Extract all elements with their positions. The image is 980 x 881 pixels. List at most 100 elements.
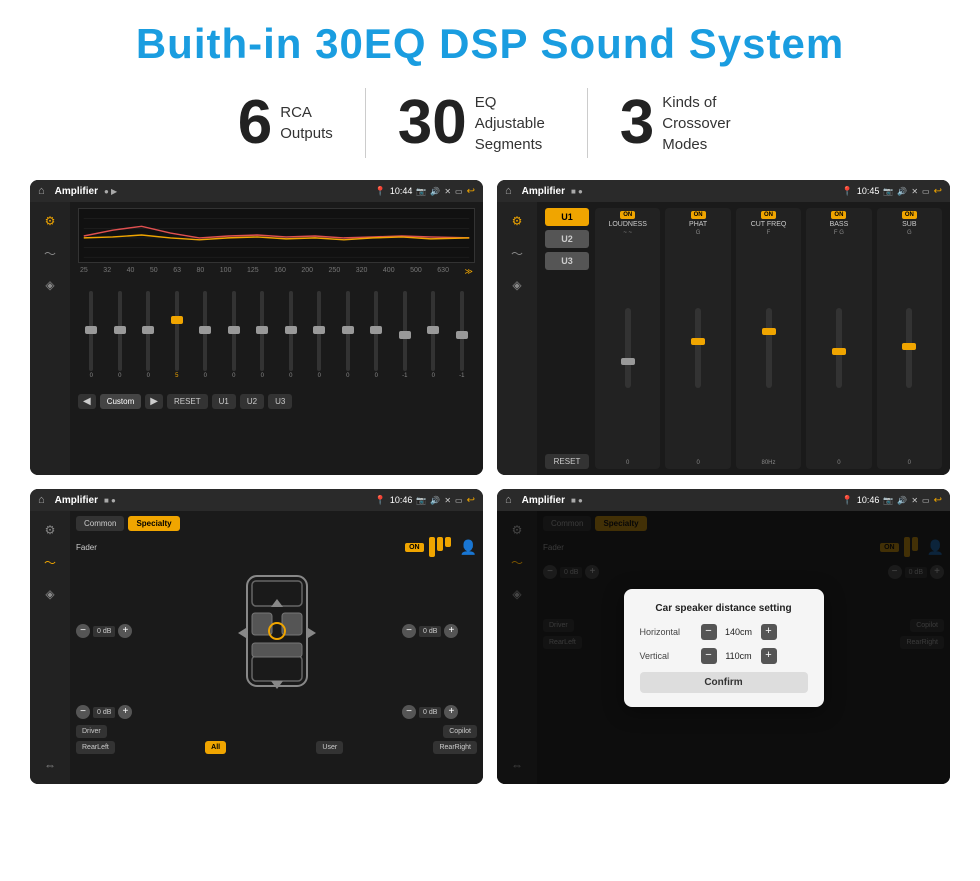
crossover-home-icon[interactable]: ⌂ — [505, 185, 512, 197]
speaker-ctrl-fl: − 0 dB + — [76, 624, 151, 638]
specialty-sidebar-eq[interactable]: ⚙ — [39, 519, 61, 541]
crossover-status-dots: ■ ● — [571, 187, 583, 196]
user-btn[interactable]: User — [316, 741, 343, 754]
rl-plus[interactable]: + — [118, 705, 132, 719]
tab-common[interactable]: Common — [76, 516, 124, 531]
dialog-title-bar: Amplifier — [522, 495, 565, 506]
rr-plus[interactable]: + — [444, 705, 458, 719]
dialog-status-dots: ■ ● — [571, 496, 583, 505]
dialog-volume-icon: 🔊 — [897, 496, 907, 505]
specialty-sidebar-wave[interactable]: 〜 — [39, 551, 61, 573]
feature-number-crossover: 3 — [620, 92, 654, 154]
fader-sliders[interactable] — [429, 537, 451, 557]
bass-label: BASS — [830, 221, 849, 228]
tab-specialty[interactable]: Specialty — [128, 516, 179, 531]
horizontal-value: 140cm — [721, 627, 757, 637]
crossover-camera-icon: 📷 — [883, 187, 893, 196]
sub-slider[interactable] — [906, 308, 912, 388]
distance-dialog: Car speaker distance setting Horizontal … — [624, 589, 824, 707]
eq-slider-12[interactable]: 0 — [420, 280, 447, 390]
car-layout: − 0 dB + — [76, 561, 477, 719]
crossover-reset-btn[interactable]: RESET — [545, 454, 589, 469]
eq-preset-label: Custom — [100, 394, 142, 409]
cutfreq-slider[interactable] — [766, 308, 772, 388]
eq-slider-11[interactable]: -1 — [392, 280, 419, 390]
confirm-button[interactable]: Confirm — [640, 672, 808, 693]
eq-u2-btn[interactable]: U2 — [240, 394, 264, 409]
eq-reset-btn[interactable]: RESET — [167, 394, 208, 409]
eq-slider-6[interactable]: 0 — [249, 280, 276, 390]
horizontal-minus-btn[interactable]: − — [701, 624, 717, 640]
specialty-camera-icon: 📷 — [416, 496, 426, 505]
speaker-ctrl-fr: − 0 dB + — [402, 624, 477, 638]
eq-sidebar-wave[interactable]: 〜 — [39, 242, 61, 264]
eq-slider-7[interactable]: 0 — [278, 280, 305, 390]
eq-slider-2[interactable]: 0 — [135, 280, 162, 390]
back-icon[interactable]: ↩ — [467, 186, 475, 197]
eq-topbar-icons: 📍 10:44 📷 🔊 ✕ ▭ ↩ — [375, 186, 475, 197]
eq-slider-1[interactable]: 0 — [107, 280, 134, 390]
fl-plus[interactable]: + — [118, 624, 132, 638]
specialty-sidebar-expand[interactable]: ⇔ — [39, 754, 61, 776]
loudness-slider[interactable] — [625, 308, 631, 388]
crossover-u3-btn[interactable]: U3 — [545, 252, 589, 270]
eq-slider-0[interactable]: 0 — [78, 280, 105, 390]
eq-slider-9[interactable]: 0 — [335, 280, 362, 390]
rearleft-btn[interactable]: RearLeft — [76, 741, 115, 754]
eq-sidebar-eq[interactable]: ⚙ — [39, 210, 61, 232]
eq-slider-8[interactable]: 0 — [306, 280, 333, 390]
crossover-sidebar-vol[interactable]: ◈ — [506, 274, 528, 296]
crossover-u-buttons: U1 U2 U3 RESET — [545, 208, 589, 469]
eq-slider-13[interactable]: -1 — [449, 280, 476, 390]
cutfreq-section: ON CUT FREQ F 80Hz — [736, 208, 801, 469]
dialog-home-icon[interactable]: ⌂ — [505, 494, 512, 506]
page-title: Buith-in 30EQ DSP Sound System — [30, 20, 950, 68]
eq-slider-10[interactable]: 0 — [363, 280, 390, 390]
eq-topbar: ⌂ Amplifier ● ▶ 📍 10:44 📷 🔊 ✕ ▭ ↩ — [30, 180, 483, 202]
eq-next-btn[interactable]: ▶ — [145, 394, 163, 409]
rr-db: 0 dB — [419, 707, 441, 718]
fr-plus[interactable]: + — [444, 624, 458, 638]
specialty-back-icon[interactable]: ↩ — [467, 495, 475, 506]
specialty-min-icon: ▭ — [455, 496, 463, 505]
crossover-sidebar-eq[interactable]: ⚙ — [506, 210, 528, 232]
vertical-label: Vertical — [640, 651, 695, 661]
vertical-minus-btn[interactable]: − — [701, 648, 717, 664]
eq-slider-3[interactable]: 5 — [164, 280, 191, 390]
bass-section: ON BASS F G 0 — [806, 208, 871, 469]
rearright-btn[interactable]: RearRight — [433, 741, 477, 754]
crossover-sidebar-wave[interactable]: 〜 — [506, 242, 528, 264]
specialty-status-dots: ■ ● — [104, 496, 116, 505]
rl-minus[interactable]: − — [76, 705, 90, 719]
home-icon[interactable]: ⌂ — [38, 185, 45, 197]
phat-slider[interactable] — [695, 308, 701, 388]
eq-u1-btn[interactable]: U1 — [212, 394, 236, 409]
eq-slider-4[interactable]: 0 — [192, 280, 219, 390]
all-btn[interactable]: All — [205, 741, 226, 754]
feature-number-rca: 6 — [238, 92, 272, 154]
eq-prev-btn[interactable]: ◀ — [78, 394, 96, 409]
rr-minus[interactable]: − — [402, 705, 416, 719]
fader-label: Fader — [76, 543, 97, 552]
eq-u3-btn[interactable]: U3 — [268, 394, 292, 409]
fr-minus[interactable]: − — [402, 624, 416, 638]
crossover-u1-btn[interactable]: U1 — [545, 208, 589, 226]
crossover-back-icon[interactable]: ↩ — [934, 186, 942, 197]
eq-slider-5[interactable]: 0 — [221, 280, 248, 390]
crossover-min-icon: ▭ — [922, 187, 930, 196]
copilot-btn[interactable]: Copilot — [443, 725, 477, 738]
driver-btn[interactable]: Driver — [76, 725, 107, 738]
fl-minus[interactable]: − — [76, 624, 90, 638]
sub-section: ON SUB G 0 — [877, 208, 942, 469]
bass-slider[interactable] — [836, 308, 842, 388]
eq-sidebar-vol[interactable]: ◈ — [39, 274, 61, 296]
dialog-back-icon[interactable]: ↩ — [934, 495, 942, 506]
feature-rca: 6 RCA Outputs — [206, 92, 365, 154]
crossover-u2-btn[interactable]: U2 — [545, 230, 589, 248]
profile-icon[interactable]: 👤 — [460, 539, 477, 556]
horizontal-plus-btn[interactable]: + — [761, 624, 777, 640]
vertical-plus-btn[interactable]: + — [761, 648, 777, 664]
specialty-home-icon[interactable]: ⌂ — [38, 494, 45, 506]
specialty-body: ⚙ 〜 ◈ ⇔ Common Specialty Fader ON — [30, 511, 483, 784]
specialty-sidebar-vol[interactable]: ◈ — [39, 583, 61, 605]
